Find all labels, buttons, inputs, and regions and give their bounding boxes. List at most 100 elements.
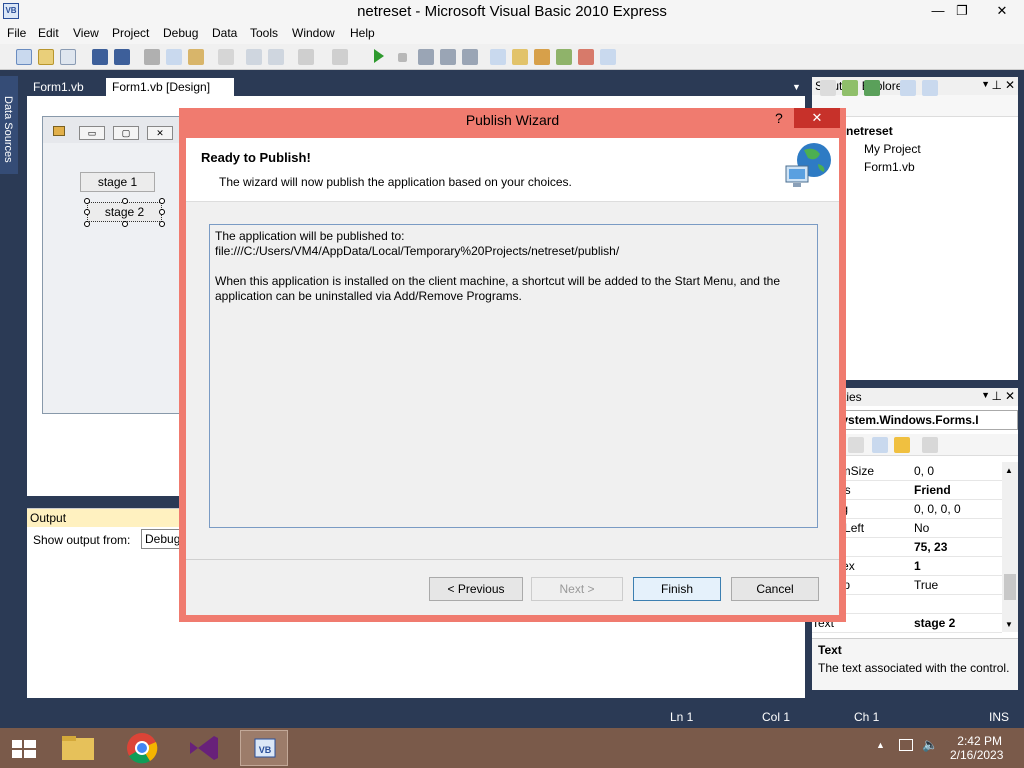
step-out-icon[interactable] — [462, 49, 478, 65]
property-pages-icon[interactable] — [922, 437, 938, 453]
properties-icon[interactable] — [512, 49, 528, 65]
data-sources-label: Data Sources — [2, 96, 14, 163]
view-designer-icon[interactable] — [922, 80, 938, 96]
view-code-icon[interactable] — [900, 80, 916, 96]
menu-file[interactable]: File — [7, 26, 26, 40]
paste-icon[interactable] — [188, 49, 204, 65]
panel-close-icon[interactable]: ✕ — [1005, 78, 1015, 92]
property-value[interactable]: 0, 0, 0, 0 — [914, 502, 961, 516]
publish-summary-text[interactable]: The application will be published to: fi… — [209, 224, 818, 528]
resize-handle[interactable] — [84, 209, 90, 215]
file-explorer-icon[interactable] — [54, 730, 102, 766]
sort-alpha-icon[interactable] — [848, 437, 864, 453]
show-all-files-icon[interactable] — [842, 80, 858, 96]
step-over-icon[interactable] — [440, 49, 456, 65]
resize-handle[interactable] — [84, 198, 90, 204]
property-value[interactable]: True — [914, 578, 938, 592]
uncomment-icon[interactable] — [268, 49, 284, 65]
save-all-icon[interactable] — [114, 49, 130, 65]
step-into-icon[interactable] — [418, 49, 434, 65]
menu-window[interactable]: Window — [292, 26, 335, 40]
tree-item-form1[interactable]: Form1.vb — [864, 160, 915, 174]
comment-icon[interactable] — [246, 49, 262, 65]
resize-handle[interactable] — [122, 198, 128, 204]
menu-data[interactable]: Data — [212, 26, 237, 40]
resize-handle[interactable] — [159, 209, 165, 215]
scroll-thumb[interactable] — [1004, 574, 1016, 600]
network-icon[interactable] — [899, 739, 913, 751]
property-value[interactable]: 1 — [914, 559, 921, 573]
menu-project[interactable]: Project — [112, 26, 149, 40]
stop-icon[interactable] — [398, 53, 407, 62]
form1-designer-window[interactable]: ▭ ▢ ✕ stage 1 stage 2 — [42, 116, 192, 414]
property-value[interactable]: 75, 23 — [914, 540, 947, 554]
wizard-close-icon[interactable]: ✕ — [794, 108, 840, 128]
open-file-icon[interactable] — [38, 49, 54, 65]
tree-item-netreset[interactable]: netreset — [846, 124, 893, 138]
menu-view[interactable]: View — [73, 26, 99, 40]
tab-form1-design[interactable]: Form1.vb [Design] ✕ — [106, 78, 234, 108]
property-value[interactable]: Friend — [914, 483, 951, 497]
cut-icon[interactable] — [144, 49, 160, 65]
vb-express-taskbar-icon[interactable]: VB — [240, 730, 288, 766]
vb-logo-icon: VB — [254, 738, 276, 758]
start-debugging-icon[interactable] — [374, 49, 384, 63]
help-icon[interactable]: ? — [775, 110, 783, 126]
panel-dropdown-icon[interactable]: ▼ — [981, 390, 990, 400]
data-sources-tab[interactable]: Data Sources — [0, 76, 18, 174]
property-value[interactable]: No — [914, 521, 929, 535]
scroll-down-icon[interactable]: ▼ — [1005, 620, 1013, 629]
start-page-icon[interactable] — [600, 49, 616, 65]
pin-icon[interactable]: ⊥ — [992, 389, 1002, 403]
scroll-up-icon[interactable]: ▲ — [1005, 466, 1013, 475]
property-value[interactable]: stage 2 — [914, 616, 955, 630]
panel-close-icon[interactable]: ✕ — [1005, 389, 1015, 403]
pin-icon[interactable]: ⊥ — [992, 78, 1002, 92]
error-list-icon[interactable] — [578, 49, 594, 65]
add-item-icon[interactable] — [60, 49, 76, 65]
previous-button[interactable]: < Previous — [429, 577, 523, 601]
toolbox-icon[interactable] — [534, 49, 550, 65]
tab-form1-code[interactable]: Form1.vb — [27, 78, 90, 96]
tray-expand-icon[interactable]: ▲ — [876, 740, 885, 750]
resize-handle[interactable] — [122, 221, 128, 227]
resize-handle[interactable] — [159, 221, 165, 227]
solution-explorer-icon[interactable] — [490, 49, 506, 65]
properties-view-icon[interactable] — [872, 437, 888, 453]
menu-help[interactable]: Help — [350, 26, 375, 40]
clock-date: 2/16/2023 — [950, 748, 1004, 762]
refresh-icon[interactable] — [864, 80, 880, 96]
chrome-icon[interactable] — [118, 730, 166, 766]
description-title: Text — [818, 643, 842, 657]
save-icon[interactable] — [92, 49, 108, 65]
close-icon[interactable]: ✕ — [986, 0, 1018, 22]
new-project-icon[interactable] — [16, 49, 32, 65]
object-browser-icon[interactable] — [556, 49, 572, 65]
visual-studio-icon[interactable] — [180, 730, 228, 766]
copy-icon[interactable] — [166, 49, 182, 65]
stage2-button[interactable]: stage 2 — [87, 202, 162, 222]
volume-icon[interactable]: 🔈 — [922, 737, 938, 753]
property-value[interactable]: 0, 0 — [914, 464, 934, 478]
menu-debug[interactable]: Debug — [163, 26, 198, 40]
find-icon[interactable] — [218, 49, 234, 65]
stage1-button[interactable]: stage 1 — [80, 172, 155, 192]
properties-scrollbar[interactable]: ▲ ▼ — [1002, 462, 1018, 632]
redo-icon[interactable] — [332, 49, 348, 65]
menu-tools[interactable]: Tools — [250, 26, 278, 40]
finish-button[interactable]: Finish — [633, 577, 721, 601]
restore-icon[interactable]: ❐ — [946, 0, 978, 22]
panel-dropdown-icon[interactable]: ▼ — [981, 79, 990, 89]
events-icon[interactable] — [894, 437, 910, 453]
resize-handle[interactable] — [159, 198, 165, 204]
tab-dropdown-icon[interactable]: ▼ — [792, 82, 801, 92]
clock[interactable]: 2:42 PM 2/16/2023 — [950, 734, 1004, 762]
resize-handle[interactable] — [84, 221, 90, 227]
next-button[interactable]: Next > — [531, 577, 623, 601]
tree-item-my-project[interactable]: My Project — [864, 142, 921, 156]
properties-tool-icon[interactable] — [820, 80, 836, 96]
cancel-button[interactable]: Cancel — [731, 577, 819, 601]
start-button[interactable] — [0, 730, 48, 766]
undo-icon[interactable] — [298, 49, 314, 65]
menu-edit[interactable]: Edit — [38, 26, 59, 40]
